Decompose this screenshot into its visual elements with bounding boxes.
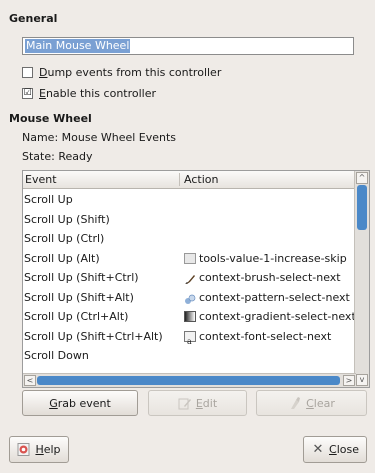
- scroll-down-icon[interactable]: v: [356, 374, 368, 386]
- vertical-scrollbar[interactable]: ^ v: [354, 171, 369, 387]
- dump-events-label: Dump events from this controller: [39, 66, 222, 79]
- help-label: Help: [35, 443, 61, 456]
- gradient-icon: [184, 311, 196, 323]
- controller-state-line: State: Ready: [22, 150, 93, 163]
- horizontal-scroll-thumb[interactable]: [37, 376, 340, 385]
- clear-icon: [288, 396, 302, 410]
- event-column-header[interactable]: Event: [25, 173, 57, 186]
- table-row[interactable]: Scroll Down: [23, 346, 356, 366]
- close-icon: ✕: [312, 442, 324, 457]
- svg-text:a: a: [187, 337, 192, 345]
- table-row[interactable]: Scroll Up (Shift+Ctrl) context-brush-sel…: [23, 268, 356, 288]
- paintbrush-icon: [184, 272, 196, 285]
- table-row[interactable]: Scroll Up (Ctrl+Alt) context-gradient-se…: [23, 307, 356, 327]
- action-cell: context-brush-select-next: [184, 268, 341, 288]
- event-cell: Scroll Up: [24, 193, 73, 206]
- close-button[interactable]: ✕ Close: [303, 436, 367, 463]
- event-cell: Scroll Up (Shift): [24, 212, 110, 226]
- tool-options-icon: [184, 252, 196, 264]
- action-text: tools-value-1-increase-skip: [199, 251, 347, 265]
- event-cell: Scroll Up (Ctrl+Alt): [24, 310, 129, 323]
- horizontal-scrollbar[interactable]: < >: [23, 373, 356, 387]
- grab-event-button[interactable]: Grab event: [22, 390, 138, 416]
- mouse-wheel-heading: Mouse Wheel: [9, 112, 92, 125]
- enable-controller-checkbox[interactable]: ☑ Enable this controller: [22, 87, 156, 100]
- help-button[interactable]: Help: [9, 436, 69, 463]
- action-cell: context-gradient-select-next: [184, 307, 356, 327]
- clear-label: Clear: [306, 396, 335, 410]
- event-cell: Scroll Up (Shift+Alt): [24, 290, 134, 304]
- general-heading: General: [9, 12, 58, 25]
- event-rows: Scroll Up Scroll Up (Shift) Scroll Up (C…: [23, 190, 356, 366]
- help-icon: [17, 443, 31, 456]
- scroll-up-icon[interactable]: ^: [356, 172, 368, 184]
- scroll-right-icon[interactable]: >: [343, 375, 355, 386]
- vertical-scroll-thumb[interactable]: [357, 185, 367, 230]
- action-text: context-gradient-select-next: [199, 310, 356, 323]
- column-separator: [179, 173, 180, 186]
- controller-name-line: Name: Mouse Wheel Events: [22, 131, 177, 144]
- controller-name-value: Main Mouse Wheel: [25, 39, 131, 53]
- action-cell: a context-font-select-next: [184, 327, 331, 347]
- table-row[interactable]: Scroll Up (Ctrl): [23, 229, 356, 249]
- enable-controller-label: Enable this controller: [39, 87, 157, 100]
- table-row[interactable]: Scroll Up (Shift+Ctrl+Alt) a context-fon…: [23, 327, 356, 347]
- list-header: Event Action: [23, 171, 356, 189]
- enable-controller-checkbox-box[interactable]: ☑: [22, 88, 33, 99]
- action-text: context-brush-select-next: [199, 271, 341, 284]
- action-cell: context-pattern-select-next: [184, 288, 350, 308]
- font-icon: a: [184, 330, 196, 346]
- dump-events-checkbox[interactable]: Dump events from this controller: [22, 66, 221, 79]
- event-cell: Scroll Down: [24, 349, 89, 362]
- edit-button[interactable]: Edit: [148, 390, 247, 416]
- action-column-header[interactable]: Action: [184, 173, 218, 186]
- table-row[interactable]: Scroll Up (Shift): [23, 210, 356, 230]
- edit-icon: [178, 397, 192, 410]
- controller-name-input[interactable]: Main Mouse Wheel: [22, 37, 354, 55]
- event-cell: Scroll Up (Shift+Ctrl): [24, 271, 139, 284]
- dump-events-checkbox-box[interactable]: [22, 67, 33, 78]
- event-cell: Scroll Up (Alt): [24, 251, 100, 265]
- action-text: context-pattern-select-next: [199, 290, 350, 304]
- event-cell: Scroll Up (Shift+Ctrl+Alt): [24, 329, 163, 343]
- action-cell: tools-value-1-increase-skip: [184, 249, 347, 269]
- event-action-list[interactable]: Event Action Scroll Up Scroll Up (Shift)…: [22, 170, 370, 388]
- table-row[interactable]: Scroll Up (Shift+Alt) context-pattern-se…: [23, 288, 356, 308]
- close-label: Close: [329, 443, 359, 456]
- table-row[interactable]: Scroll Up (Alt) tools-value-1-increase-s…: [23, 249, 356, 269]
- table-row[interactable]: Scroll Up: [23, 190, 356, 210]
- clear-button[interactable]: Clear: [256, 390, 367, 416]
- edit-label: Edit: [195, 396, 218, 410]
- scroll-left-icon[interactable]: <: [24, 375, 36, 386]
- event-cell: Scroll Up (Ctrl): [24, 232, 105, 245]
- pattern-icon: [184, 292, 196, 304]
- action-text: context-font-select-next: [199, 329, 332, 343]
- grab-event-label: Grab event: [49, 396, 111, 410]
